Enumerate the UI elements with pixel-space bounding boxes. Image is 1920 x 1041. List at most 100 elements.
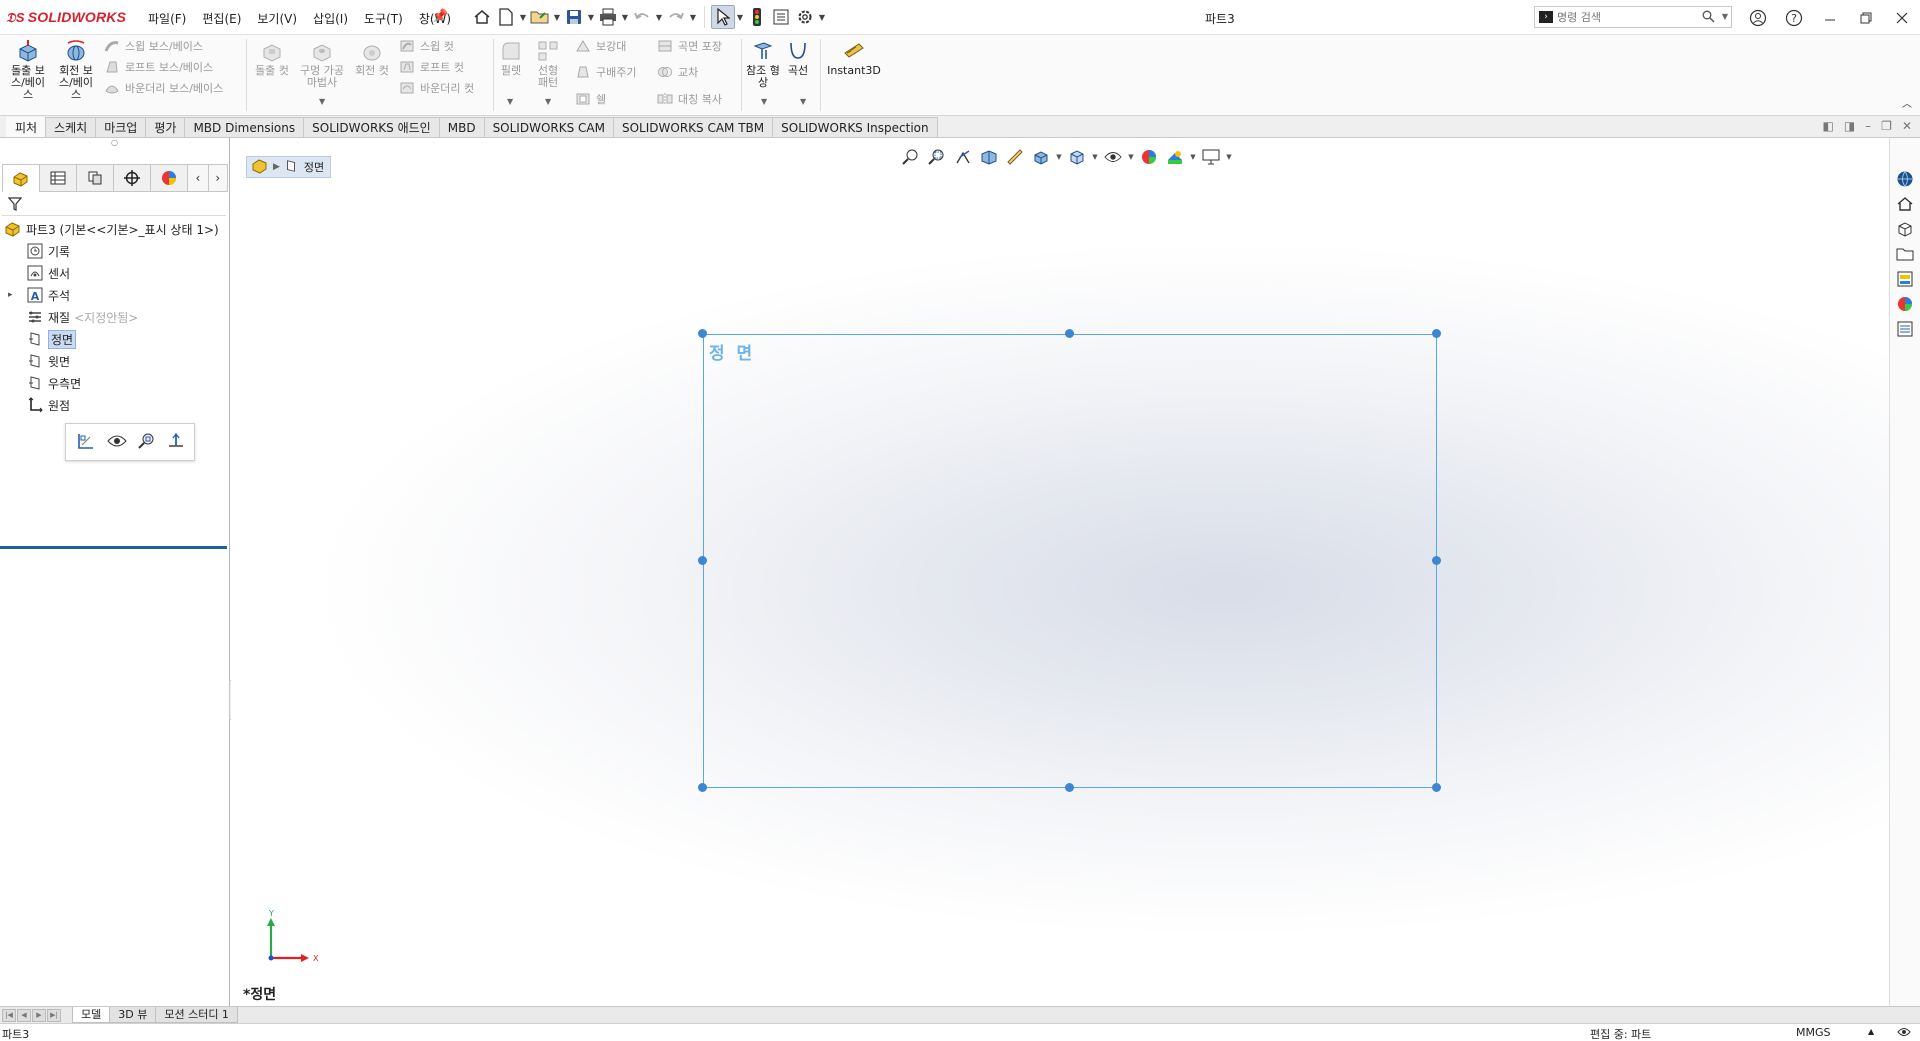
file-explorer-folder-icon[interactable] (1893, 243, 1917, 265)
plane-handle-bottom-right[interactable] (1432, 783, 1441, 792)
tab-mbd-dimensions[interactable]: MBD Dimensions (184, 117, 305, 137)
command-search-box[interactable]: › ▼ (1534, 6, 1732, 28)
tab-solidworks-addins[interactable]: SOLIDWORKS 애드인 (303, 117, 440, 137)
revolve-boss-button[interactable]: 회전 보스/베이스 (54, 39, 98, 101)
view-orientation-dropdown-icon[interactable]: ▼ (1055, 153, 1063, 161)
fillet-button[interactable]: 필렛 (498, 39, 524, 77)
plane-handle-middle-right[interactable] (1432, 556, 1441, 565)
tree-item-front-plane[interactable]: 정면 (0, 328, 229, 350)
zoom-to-fit-icon[interactable] (899, 146, 923, 168)
plane-handle-middle-left[interactable] (698, 556, 707, 565)
tab-mbd[interactable]: MBD (438, 117, 485, 137)
design-library-icon[interactable] (1893, 218, 1917, 240)
wrap-button[interactable]: 곡면 포장 (656, 37, 722, 55)
plane-handle-top-right[interactable] (1432, 329, 1441, 338)
save-icon[interactable] (562, 5, 586, 29)
tab-markup[interactable]: 마크업 (95, 117, 147, 137)
pin-icon[interactable]: 📌 (432, 9, 448, 24)
redo-icon[interactable] (664, 5, 688, 29)
settings-dropdown-icon[interactable]: ▼ (817, 13, 827, 22)
plane-handle-top-middle[interactable] (1065, 329, 1074, 338)
pattern-dropdown-icon[interactable]: ▼ (545, 97, 551, 106)
status-rebuild-icon[interactable] (1896, 1025, 1912, 1041)
tree-root-part[interactable]: 파트3 (기본<<기본>_표시 상태 1>) (0, 218, 229, 240)
plane-handle-bottom-middle[interactable] (1065, 783, 1074, 792)
loft-boss-button[interactable]: 로프트 보스/베이스 (103, 58, 213, 76)
apply-scene-dropdown-icon[interactable]: ▼ (1189, 153, 1197, 161)
user-account-icon[interactable] (1740, 6, 1776, 30)
first-tab-arrow-icon[interactable]: |◀ (2, 1009, 16, 1022)
zoom-to-selection-icon[interactable] (137, 432, 156, 453)
show-hide-eye-icon[interactable] (106, 434, 127, 451)
display-style-dropdown-icon[interactable]: ▼ (1091, 153, 1099, 161)
rollback-bar[interactable] (0, 546, 227, 549)
viewport-tile-left-icon[interactable]: ◧ (1822, 119, 1833, 133)
tab-solidworks-cam[interactable]: SOLIDWORKS CAM (483, 117, 614, 137)
tab-features[interactable]: 피처 (6, 117, 47, 137)
hide-show-items-icon[interactable] (1101, 146, 1125, 168)
curves-button[interactable]: 곡선 (784, 39, 812, 77)
new-document-icon[interactable] (494, 5, 518, 29)
tree-item-origin[interactable]: 원점 (0, 394, 229, 416)
intersect-button[interactable]: 교차 (656, 63, 698, 81)
viewport-tile-right-icon[interactable]: ◨ (1844, 119, 1855, 133)
graphics-area[interactable]: ▶ 정면 ▼ ▼ ▼ ▼ ▼ 정 면 Y X *정면 (231, 138, 1889, 1006)
select-dropdown-icon[interactable]: ▼ (735, 13, 745, 22)
tab-3d-views[interactable]: 3D 뷰 (109, 1007, 157, 1023)
breadcrumb[interactable]: ▶ 정면 (246, 156, 332, 178)
tree-item-history[interactable]: 기록 (0, 240, 229, 262)
view-settings-monitor-icon[interactable] (1199, 146, 1223, 168)
panel-tabs-scroll-left-icon[interactable]: ‹ (187, 164, 208, 192)
redo-dropdown-icon[interactable]: ▼ (688, 13, 698, 22)
solidworks-logo[interactable]: 𝔇S SOLIDWORKS (6, 9, 126, 26)
normal-to-icon[interactable] (167, 432, 185, 453)
filter-icon[interactable] (7, 197, 23, 214)
custom-properties-icon[interactable] (1893, 318, 1917, 340)
rib-button[interactable]: 보강대 (574, 37, 626, 55)
status-units[interactable]: MMGS (1796, 1026, 1831, 1039)
reference-geometry-dropdown-icon[interactable]: ▼ (761, 97, 767, 106)
save-dropdown-icon[interactable]: ▼ (586, 13, 596, 22)
reference-geometry-button[interactable]: 참조 형상 (745, 39, 781, 89)
design-library-home-icon[interactable] (1893, 193, 1917, 215)
home-icon[interactable] (470, 5, 494, 29)
boundary-boss-button[interactable]: 바운더리 보스/베이스 (103, 79, 223, 97)
tree-item-right-plane[interactable]: 우측면 (0, 372, 229, 394)
close-icon[interactable] (1884, 6, 1920, 30)
open-dropdown-icon[interactable]: ▼ (552, 13, 562, 22)
curves-dropdown-icon[interactable]: ▼ (800, 97, 806, 106)
print-icon[interactable] (596, 5, 620, 29)
edit-appearance-icon[interactable] (1137, 146, 1161, 168)
fillet-dropdown-icon[interactable]: ▼ (507, 97, 513, 106)
mirror-button[interactable]: 대칭 복사 (656, 90, 722, 108)
units-dropdown-icon[interactable]: ▲ (1868, 1027, 1874, 1036)
tree-item-sensors[interactable]: 센서 (0, 262, 229, 284)
viewport-close-icon[interactable]: ✕ (1902, 119, 1912, 133)
next-tab-arrow-icon[interactable]: ▶ (32, 1009, 46, 1022)
property-manager-tab[interactable] (39, 164, 77, 192)
tree-item-top-plane[interactable]: 윗면 (0, 350, 229, 372)
section-view-icon[interactable] (977, 146, 1001, 168)
prev-tab-arrow-icon[interactable]: ◀ (17, 1009, 31, 1022)
apply-scene-icon[interactable] (1163, 146, 1187, 168)
tab-sketch[interactable]: 스케치 (45, 117, 97, 137)
sweep-cut-button[interactable]: 스윕 컷 (398, 37, 454, 55)
dynamic-annotation-icon[interactable] (1003, 146, 1027, 168)
expand-arrow-icon[interactable]: ▸ (8, 290, 13, 300)
tree-filter-bar[interactable] (2, 194, 226, 216)
restore-icon[interactable] (1848, 6, 1884, 30)
new-dropdown-icon[interactable]: ▼ (518, 13, 528, 22)
select-pointer-icon[interactable] (711, 5, 735, 29)
tree-item-material[interactable]: 재질 <지정안됨> (0, 306, 229, 328)
search-input[interactable] (1557, 9, 1697, 25)
shell-button[interactable]: 쉘 (574, 90, 606, 108)
extrude-boss-button[interactable]: 돌출 보스/베이스 (6, 39, 50, 101)
tab-solidworks-cam-tbm[interactable]: SOLIDWORKS CAM TBM (612, 117, 774, 137)
previous-view-icon[interactable] (951, 146, 975, 168)
minimize-icon[interactable] (1812, 6, 1848, 30)
loft-cut-button[interactable]: 로프트 컷 (398, 58, 464, 76)
configuration-manager-tab[interactable] (76, 164, 114, 192)
search-dropdown-icon[interactable]: ▼ (1722, 12, 1728, 21)
boundary-cut-button[interactable]: 바운더리 컷 (398, 79, 474, 97)
viewport-restore-icon[interactable]: ❐ (1881, 119, 1892, 133)
